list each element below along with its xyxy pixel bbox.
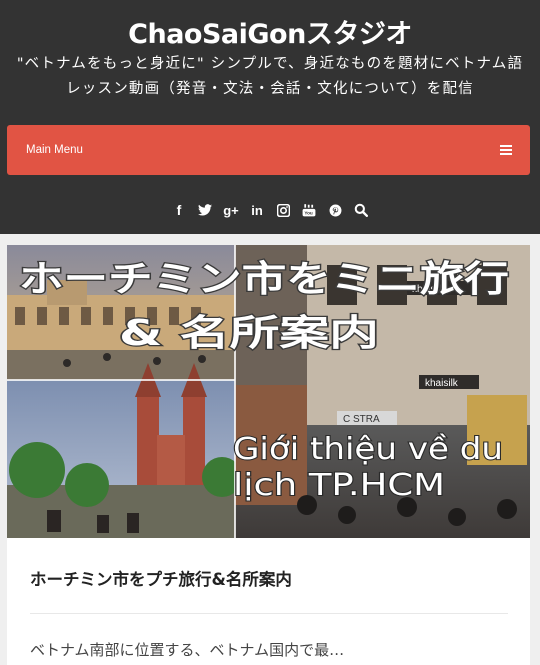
viet-line-1: Giới thiệu về du: [233, 432, 503, 467]
hamburger-icon[interactable]: [500, 145, 512, 155]
main-menu-bar[interactable]: Main Menu: [7, 125, 530, 175]
svg-text:You: You: [304, 211, 313, 216]
post-excerpt: ベトナム南部に位置する、ベトナム国内で最…: [30, 641, 345, 659]
banner-line-2: & 名所案内: [119, 313, 379, 354]
twitter-icon[interactable]: [192, 198, 218, 222]
google-plus-glyph: g+: [223, 202, 239, 218]
post-thumbnail[interactable]: khaisilk khaisilk C STRA ホーチミン市をミニ旅行 & 名…: [7, 245, 530, 538]
site-description-line-2: レッスン動画（発音・文法・会話・文化について）を配信: [66, 81, 474, 97]
social-links: f g+ in You: [0, 198, 540, 222]
shop-sign-2: khaisilk: [425, 378, 459, 389]
google-plus-icon[interactable]: g+: [218, 198, 244, 222]
post-divider: [30, 613, 508, 614]
main-menu-label: Main Menu: [26, 144, 83, 156]
site-header: ChaoSaiGonスタジオ "ベトナムをもっと身近に" シンプルで、身近なもの…: [0, 0, 540, 234]
linkedin-glyph: in: [251, 202, 263, 218]
site-description: "ベトナムをもっと身近に" シンプルで、身近なものを題材にベトナム語 レッスン動…: [8, 52, 532, 102]
facebook-glyph: f: [176, 202, 182, 218]
banner-line-1: ホーチミン市をミニ旅行: [19, 259, 509, 300]
post-thumbnail-image: khaisilk khaisilk C STRA ホーチミン市をミニ旅行 & 名…: [7, 245, 530, 538]
post-title[interactable]: ホーチミン市をプチ旅行&名所案内: [30, 566, 292, 590]
linkedin-icon[interactable]: in: [244, 198, 270, 222]
youtube-icon[interactable]: You: [296, 198, 322, 222]
facebook-icon[interactable]: f: [166, 198, 192, 222]
post-card: khaisilk khaisilk C STRA ホーチミン市をミニ旅行 & 名…: [7, 245, 530, 665]
pinterest-icon[interactable]: [322, 198, 348, 222]
viet-line-2: lịch TP.HCM: [233, 468, 445, 503]
instagram-icon[interactable]: [270, 198, 296, 222]
search-icon[interactable]: [348, 198, 374, 222]
shop-sign-3: C STRA: [343, 414, 380, 425]
site-description-line-1: "ベトナムをもっと身近に" シンプルで、身近なものを題材にベトナム語: [16, 56, 524, 72]
site-title[interactable]: ChaoSaiGonスタジオ: [0, 12, 540, 51]
